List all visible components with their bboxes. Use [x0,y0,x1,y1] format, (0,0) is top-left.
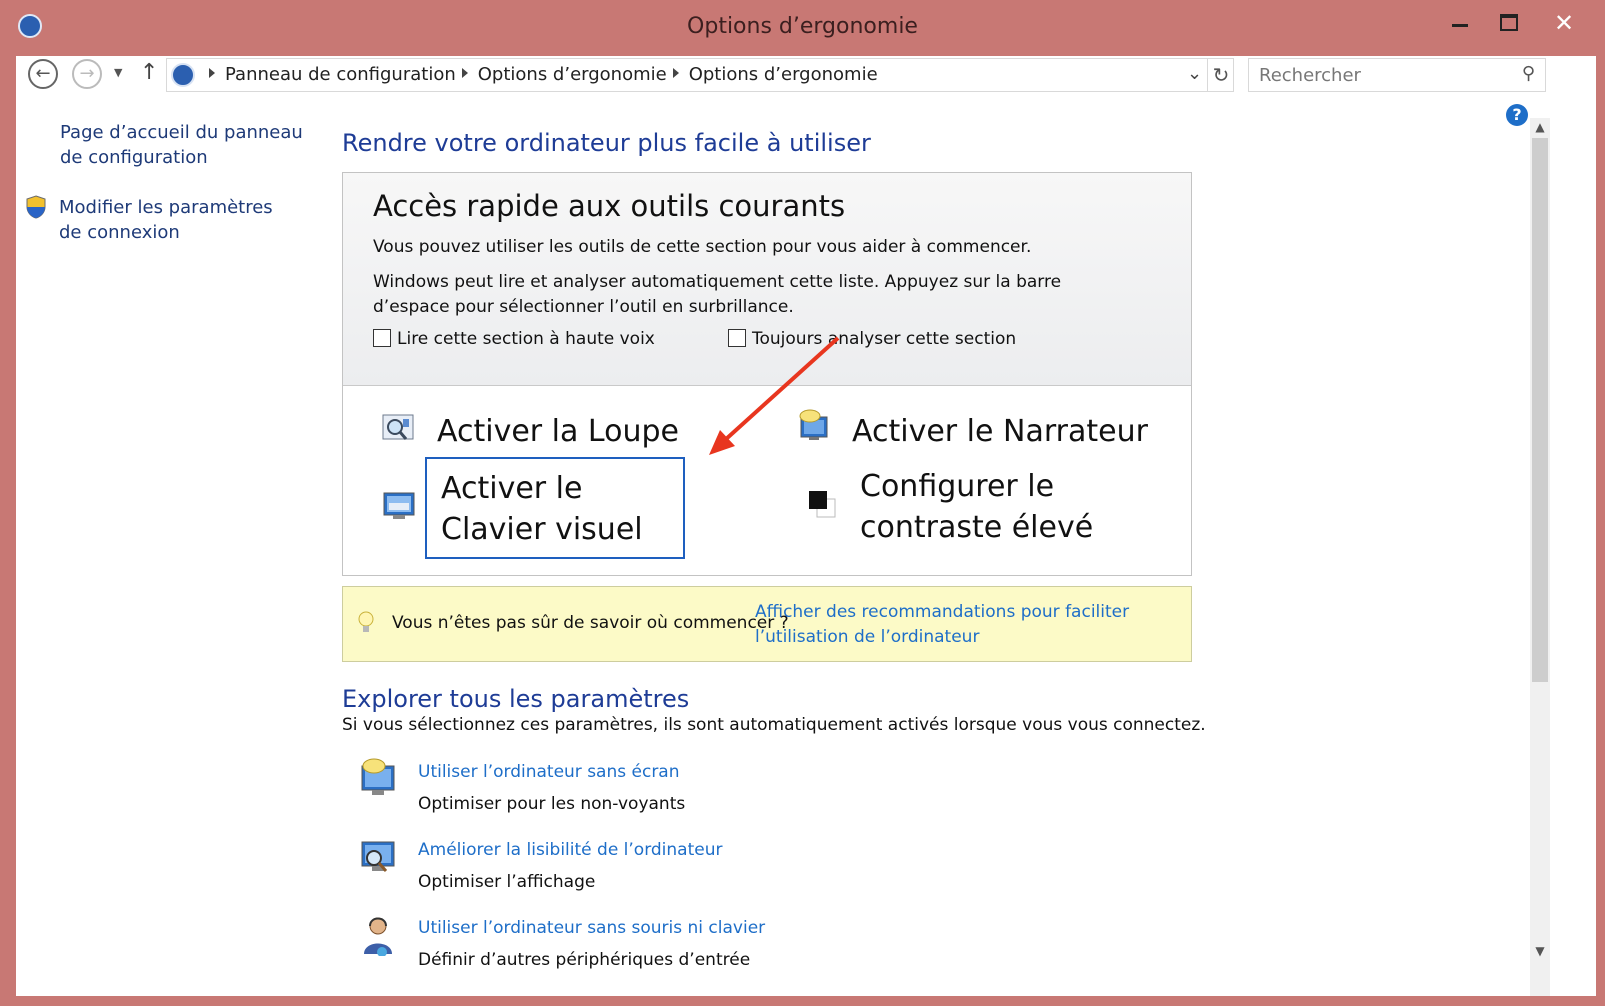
readability-link[interactable]: Améliorer la lisibilité de l’ordinateur [418,840,723,860]
page-title: Rendre votre ordinateur plus facile à ut… [342,129,871,157]
read-aloud-checkbox[interactable]: Lire cette section à haute voix [373,329,655,349]
window-title: Options d’ergonomie [687,14,918,39]
quick-access-instructions: Windows peut lire et analyser automatiqu… [373,272,1062,317]
explore-heading: Explorer tous les paramètres [342,685,690,713]
hint-text: Vous n’êtes pas sûr de savoir où commenc… [392,613,789,633]
close-button[interactable] [1538,8,1590,38]
control-panel-home-link[interactable]: Page d’accueil du panneau de configurati… [60,120,310,170]
explore-subtitle: Si vous sélectionnez ces paramètres, ils… [342,715,1206,735]
checkbox-label: Toujours analyser cette section [752,329,1017,349]
search-input[interactable]: Rechercher [1259,65,1361,86]
auto-scan-checkbox[interactable]: Toujours analyser cette section [728,329,1016,349]
magnifier-icon[interactable] [381,411,415,445]
high-contrast-tool[interactable]: Configurer le contraste élevé [860,466,1120,548]
control-panel-icon [171,63,195,87]
breadcrumb: Panneau de configuration Options d’ergono… [203,64,878,85]
search-icon[interactable]: ⚲ [1522,63,1535,84]
checkbox-box[interactable] [373,329,391,347]
recent-locations-icon[interactable]: ▼ [114,66,122,79]
on-screen-keyboard-tool[interactable]: Activer le Clavier visuel [441,468,681,550]
narrator-icon[interactable] [797,409,831,443]
no-mouse-keyboard-link[interactable]: Utiliser l’ordinateur sans souris ni cla… [418,918,765,938]
no-screen-link[interactable]: Utiliser l’ordinateur sans écran [418,762,680,782]
maximize-button[interactable] [1488,8,1528,38]
main-content: Rendre votre ordinateur plus facile à ut… [342,100,1542,996]
checkbox-box[interactable] [728,329,746,347]
quick-access-panel: Accès rapide aux outils courants Vous po… [342,172,1192,576]
left-pane: Page d’accueil du panneau de configurati… [16,100,326,996]
checkbox-label: Lire cette section à haute voix [397,329,655,349]
scroll-thumb[interactable] [1532,138,1548,682]
recommendations-link[interactable]: Afficher des recommandations pour facili… [755,600,1135,650]
no-mouse-keyboard-description: Définir d’autres périphériques d’entrée [418,950,751,970]
scroll-up-icon[interactable]: ▲ [1530,118,1550,136]
breadcrumb-item[interactable]: Panneau de configuration [225,64,456,85]
change-signin-settings-link[interactable]: Modifier les paramètres de connexion [59,195,299,245]
no-screen-description: Optimiser pour les non-voyants [418,794,686,814]
user-headset-icon[interactable] [356,912,400,956]
chevron-right-icon[interactable] [209,68,215,78]
quick-access-description: Vous pouvez utiliser les outils de cette… [373,237,1032,257]
chevron-right-icon[interactable] [461,68,468,78]
refresh-icon[interactable]: ↻ [1207,59,1234,91]
readability-description: Optimiser l’affichage [418,872,596,892]
magnifier-tool[interactable]: Activer la Loupe [437,411,679,452]
recommendation-hint: Vous n’êtes pas sûr de savoir où commenc… [342,586,1192,662]
monitor-speech-icon[interactable] [356,756,400,800]
quick-access-header: Accès rapide aux outils courants Vous po… [343,173,1191,386]
uac-shield-icon [26,195,46,219]
title-bar[interactable]: Options d’ergonomie [0,0,1605,56]
high-contrast-icon[interactable] [805,487,839,521]
forward-button[interactable]: → [72,59,102,89]
navigation-bar: ← → ▼ ↑ Panneau de configuration Options … [16,56,1596,100]
back-button[interactable]: ← [28,59,58,89]
chevron-right-icon[interactable] [672,68,679,78]
quick-access-title: Accès rapide aux outils courants [373,189,846,223]
scroll-down-icon[interactable]: ▼ [1530,942,1550,960]
minimize-button[interactable] [1440,8,1480,38]
on-screen-keyboard-icon[interactable] [381,489,417,525]
help-icon[interactable]: ? [1506,104,1528,126]
chevron-down-icon[interactable]: ⌄ [1187,63,1202,84]
breadcrumb-item[interactable]: Options d’ergonomie [478,64,667,85]
breadcrumb-item[interactable]: Options d’ergonomie [689,64,878,85]
up-arrow-icon[interactable]: ↑ [140,60,158,85]
address-bar[interactable]: Panneau de configuration Options d’ergono… [166,58,1234,92]
control-panel-window: Options d’ergonomie ← → ▼ ↑ Panneau de c… [0,0,1605,1006]
narrator-tool[interactable]: Activer le Narrateur [852,411,1148,452]
vertical-scrollbar[interactable]: ▲ ▼ [1530,118,1550,996]
lightbulb-icon [358,611,374,632]
search-box[interactable]: Rechercher ⚲ [1248,58,1546,92]
window-client-area: ← → ▼ ↑ Panneau de configuration Options … [16,56,1596,996]
monitor-magnifier-icon[interactable] [356,834,400,878]
